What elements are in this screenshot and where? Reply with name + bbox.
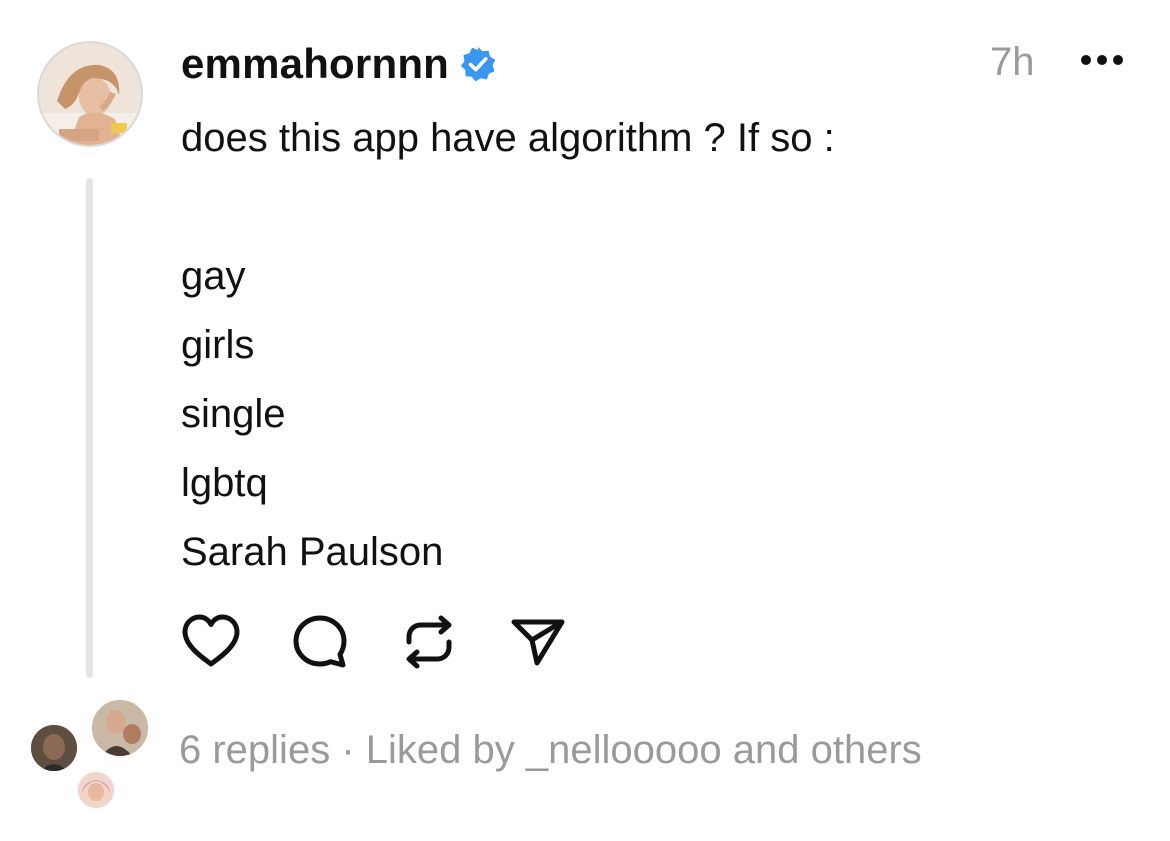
like-button[interactable]: [181, 612, 241, 672]
verified-badge-icon: [459, 45, 497, 83]
post-text-line: single: [181, 392, 286, 436]
reply-avatar[interactable]: [75, 769, 117, 811]
thread-line: [86, 178, 93, 678]
avatar-photo: [78, 772, 114, 808]
post-actions: [181, 612, 617, 672]
post-text-line: Sarah Paulson: [181, 530, 444, 574]
post-timestamp: 7h: [990, 40, 1035, 84]
post-header: emmahornnn: [181, 36, 497, 92]
send-icon: [511, 619, 565, 666]
post-footer: 6 replies · Liked by _nellooooo and othe…: [179, 728, 922, 773]
post-text-line: does this app have algorithm ? If so :: [181, 116, 835, 160]
reply-avatar[interactable]: [89, 697, 151, 759]
post-body: does this app have algorithm ? If so : g…: [181, 104, 1081, 587]
reply-button[interactable]: [290, 612, 350, 672]
heart-icon: [182, 614, 240, 667]
repost-icon: [406, 615, 452, 669]
more-horizontal-icon: [1081, 55, 1091, 65]
avatar-photo: [31, 725, 77, 771]
author-avatar[interactable]: [37, 41, 143, 147]
avatar-photo: [92, 700, 148, 756]
reply-avatar[interactable]: [28, 722, 80, 774]
thread-post: emmahornnn 7h does this app have algorit…: [0, 0, 1170, 841]
footer-separator: ·: [341, 728, 355, 772]
post-text-line: [181, 173, 1081, 242]
post-text-line: girls: [181, 323, 255, 367]
more-options-button[interactable]: [1081, 52, 1123, 68]
username[interactable]: emmahornnn: [181, 40, 449, 88]
avatar-photo: [39, 43, 141, 145]
replies-count-link[interactable]: 6 replies: [179, 728, 330, 772]
share-button[interactable]: [508, 612, 568, 672]
liked-by-link[interactable]: Liked by _nellooooo and others: [366, 728, 922, 772]
post-text-line: lgbtq: [181, 461, 268, 505]
comment-bubble-icon: [293, 615, 347, 668]
post-text-line: gay: [181, 254, 246, 298]
repost-button[interactable]: [399, 612, 459, 672]
